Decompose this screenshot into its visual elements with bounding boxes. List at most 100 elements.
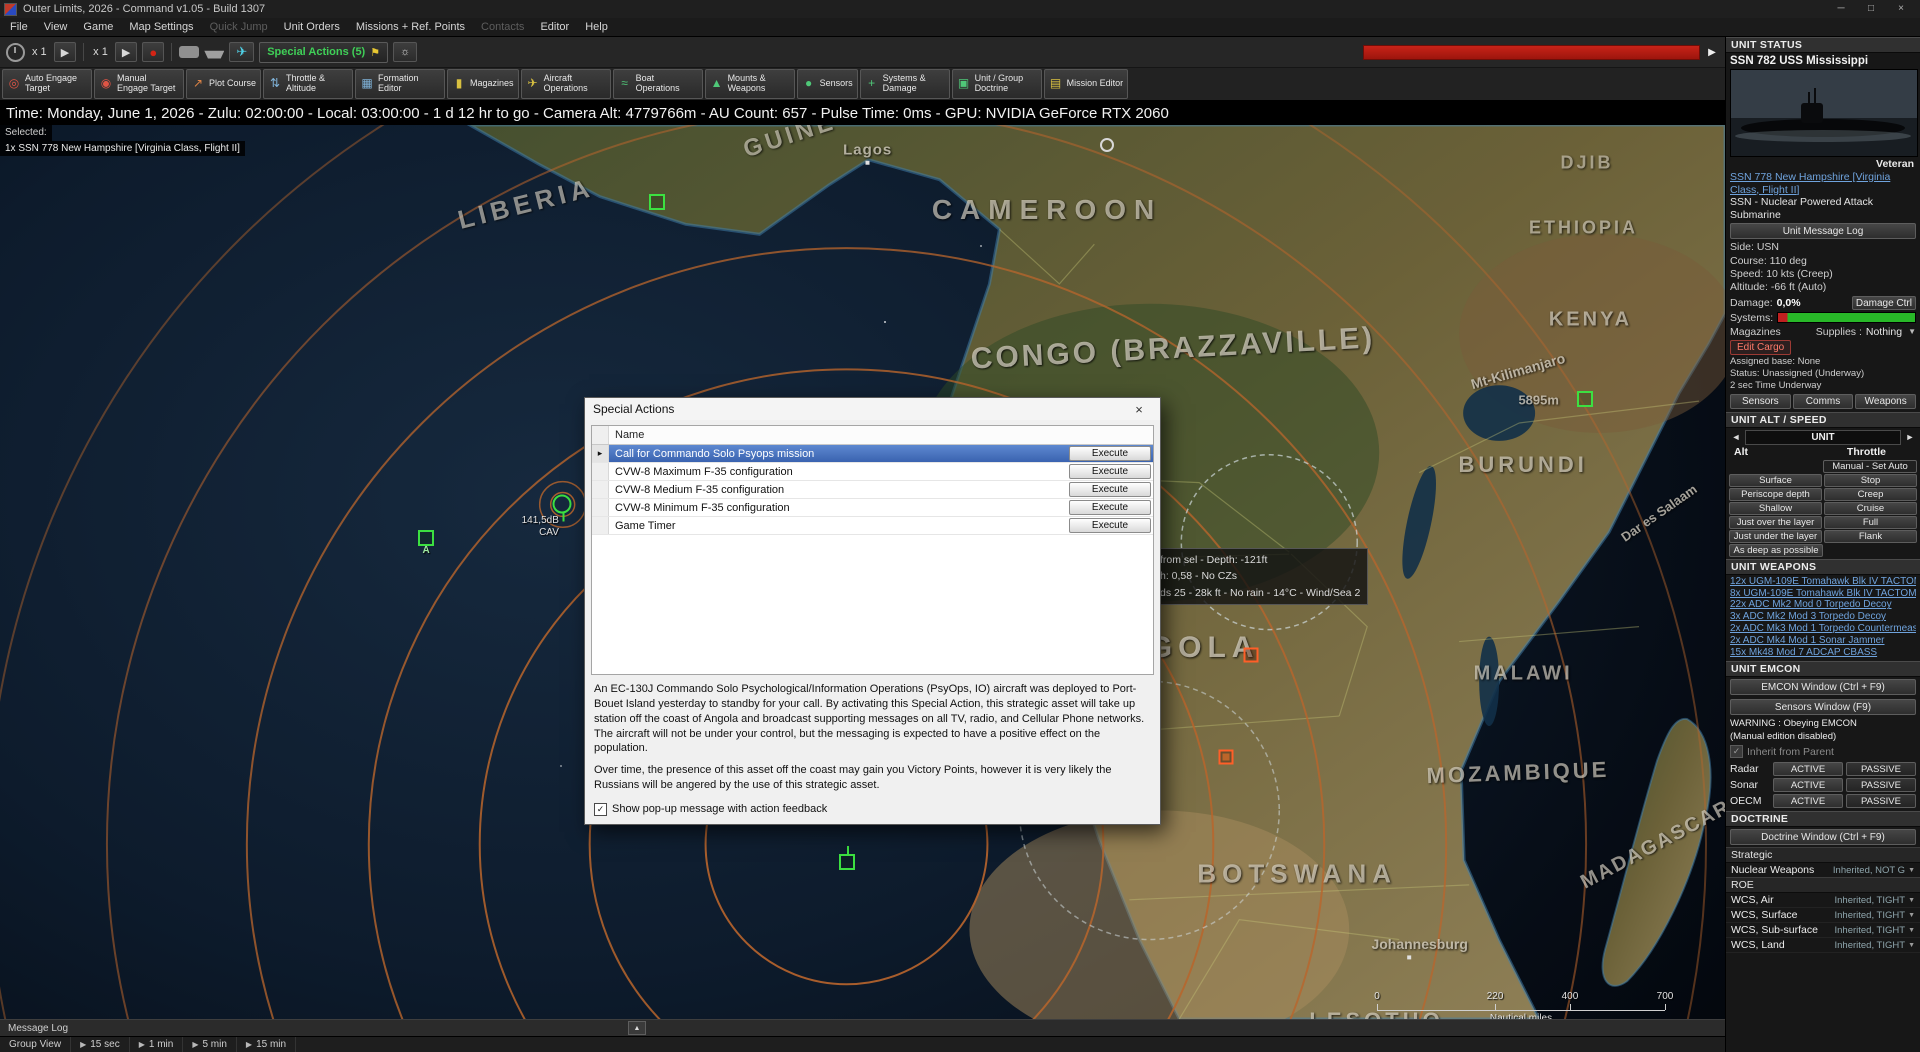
weapon-link-12x-ugm-109e-tomahawk-blk-iv-tactom[interactable]: 12x UGM-109E Tomahawk Blk IV TACTOM xyxy=(1730,576,1916,588)
map[interactable]: GUINELagosLIBERIACAMEROONDJIBETHIOPIAKEN… xyxy=(0,125,1725,1019)
throttle-button-flank[interactable]: Flank xyxy=(1824,530,1917,543)
ribbon-magazines-button[interactable]: ▮Magazines xyxy=(447,69,519,99)
doctrine-row-wcs-air[interactable]: WCS, AirInherited, TIGHT▼ xyxy=(1726,893,1920,908)
special-actions-button[interactable]: Special Actions (5) ⚑ xyxy=(259,42,388,63)
ribbon-auto-engage-target-button[interactable]: ◎Auto Engage Target xyxy=(2,69,92,99)
chevron-down-icon[interactable]: ▼ xyxy=(1908,867,1915,874)
play-compressed-button[interactable]: ▶ xyxy=(115,42,137,62)
dialog-title-bar[interactable]: Special Actions × xyxy=(585,398,1160,420)
ribbon-throttle-altitude-button[interactable]: ⇅Throttle & Altitude xyxy=(263,69,353,99)
edit-cargo-button[interactable]: Edit Cargo xyxy=(1730,340,1791,355)
special-action-row-cvw-8-medium-f-35-configuration[interactable]: CVW-8 Medium F-35 configurationExecute xyxy=(592,481,1153,499)
emcon-window-button[interactable]: EMCON Window (Ctrl + F9) xyxy=(1730,679,1916,695)
execute-button[interactable]: Execute xyxy=(1069,446,1151,461)
execute-button[interactable]: Execute xyxy=(1069,500,1151,515)
damage-control-button[interactable]: Damage Ctrl xyxy=(1852,296,1916,310)
chevron-down-icon[interactable]: ▼ xyxy=(1908,927,1915,934)
weapon-link-8x-ugm-109e-tomahawk-blk-iv-tactom[interactable]: 8x UGM-109E Tomahawk Blk IV TACTOM xyxy=(1730,588,1916,600)
chevron-down-icon[interactable]: ▼ xyxy=(1908,942,1915,949)
weapon-link-22x-adc-mk2-mod-0-torpedo-decoy[interactable]: 22x ADC Mk2 Mod 0 Torpedo Decoy xyxy=(1730,599,1916,611)
throttle-button-full[interactable]: Full xyxy=(1824,516,1917,529)
special-action-row-game-timer[interactable]: Game TimerExecute xyxy=(592,517,1153,535)
time-step-5-min[interactable]: ▶5 min xyxy=(183,1037,237,1052)
clock-icon[interactable] xyxy=(6,43,25,62)
throttle-button-creep[interactable]: Creep xyxy=(1824,488,1917,501)
ribbon-boat-operations-button[interactable]: ≈Boat Operations xyxy=(613,69,703,99)
doctrine-row-wcs-land[interactable]: WCS, LandInherited, TIGHT▼ xyxy=(1726,938,1920,953)
ribbon-plot-course-button[interactable]: ↗Plot Course xyxy=(186,69,261,99)
minimize-button[interactable]: ─ xyxy=(1826,0,1856,18)
special-action-row-cvw-8-maximum-f-35-configuration[interactable]: CVW-8 Maximum F-35 configurationExecute xyxy=(592,463,1153,481)
unit-selector[interactable]: UNIT xyxy=(1745,430,1901,445)
alt-button-periscope-depth[interactable]: Periscope depth xyxy=(1729,488,1822,501)
unit-message-log-button[interactable]: Unit Message Log xyxy=(1730,223,1916,239)
execute-button[interactable]: Execute xyxy=(1069,482,1151,497)
special-action-row-cvw-8-minimum-f-35-configuration[interactable]: CVW-8 Minimum F-35 configurationExecute xyxy=(592,499,1153,517)
menu-item-contacts[interactable]: Contacts xyxy=(473,18,532,36)
record-button[interactable]: ● xyxy=(142,42,164,62)
menu-item-quick-jump[interactable]: Quick Jump xyxy=(202,18,276,36)
previous-unit-arrow[interactable]: ◄ xyxy=(1730,432,1742,442)
doctrine-window-button[interactable]: Doctrine Window (Ctrl + F9) xyxy=(1730,829,1916,845)
ribbon-mission-editor-button[interactable]: ▤Mission Editor xyxy=(1044,69,1129,99)
weapon-link-3x-adc-mk2-mod-3-torpedo-decoy[interactable]: 3x ADC Mk2 Mod 3 Torpedo Decoy xyxy=(1730,611,1916,623)
menu-item-missions-ref-points[interactable]: Missions + Ref. Points xyxy=(348,18,473,36)
close-button[interactable]: × xyxy=(1886,0,1916,18)
special-action-row-call-for-commando-solo-psyops-mission[interactable]: ▸Call for Commando Solo Psyops missionEx… xyxy=(592,445,1153,463)
group-view-button[interactable]: Group View xyxy=(0,1037,71,1052)
menu-item-unit-orders[interactable]: Unit Orders xyxy=(276,18,348,36)
chevron-down-icon[interactable]: ▼ xyxy=(1908,327,1916,336)
unit-class-link[interactable]: SSN 778 New Hampshire [Virginia Class, F… xyxy=(1726,171,1920,196)
chevron-down-icon[interactable]: ▼ xyxy=(1908,912,1915,919)
ribbon-formation-editor-button[interactable]: ▦Formation Editor xyxy=(355,69,445,99)
menu-item-file[interactable]: File xyxy=(2,18,36,36)
sensors-window-button[interactable]: Sensors Window (F9) xyxy=(1730,699,1916,715)
emcon-oecm-active-button[interactable]: ACTIVE xyxy=(1773,794,1843,808)
nuclear-weapons-row[interactable]: Nuclear Weapons Inherited, NOT G ▼ xyxy=(1726,863,1920,877)
alt-button-surface[interactable]: Surface xyxy=(1729,474,1822,487)
boat-icon[interactable] xyxy=(204,46,224,59)
throttle-button-stop[interactable]: Stop xyxy=(1824,474,1917,487)
weapon-link-15x-mk48-mod-7-adcap-cbass[interactable]: 15x Mk48 Mod 7 ADCAP CBASS xyxy=(1730,647,1916,659)
menu-item-game[interactable]: Game xyxy=(75,18,121,36)
time-step-15-sec[interactable]: ▶15 sec xyxy=(71,1037,130,1052)
aircraft-button[interactable]: ✈ xyxy=(229,42,254,62)
alt-button-as-deep-as-possible[interactable]: As deep as possible xyxy=(1729,544,1823,557)
settings-button[interactable]: ☼ xyxy=(393,42,417,62)
throttle-button-manual-set-auto[interactable]: Manual - Set Auto xyxy=(1823,460,1917,473)
inherit-checkbox[interactable]: ✓ xyxy=(1730,745,1743,758)
feedback-checkbox[interactable]: ✓ xyxy=(594,803,607,816)
supplies-value[interactable]: Nothing xyxy=(1866,326,1902,338)
emcon-radar-passive-button[interactable]: PASSIVE xyxy=(1846,762,1916,776)
ground-vehicle-icon[interactable] xyxy=(179,46,199,58)
sidebar-collapse-arrow[interactable]: ▶ xyxy=(1705,47,1719,58)
ribbon-sensors-button[interactable]: ●Sensors xyxy=(797,69,858,99)
ribbon-systems-damage-button[interactable]: +Systems & Damage xyxy=(860,69,950,99)
menu-item-editor[interactable]: Editor xyxy=(532,18,577,36)
next-unit-arrow[interactable]: ► xyxy=(1904,432,1916,442)
ribbon-manual-engage-target-button[interactable]: ◉Manual Engage Target xyxy=(94,69,184,99)
menu-item-help[interactable]: Help xyxy=(577,18,616,36)
ribbon-aircraft-operations-button[interactable]: ✈Aircraft Operations xyxy=(521,69,611,99)
alt-button-just-under-the-layer[interactable]: Just under the layer xyxy=(1729,530,1822,543)
message-log-expand-button[interactable]: ▲ xyxy=(628,1021,646,1035)
execute-button[interactable]: Execute xyxy=(1069,464,1151,479)
emcon-oecm-passive-button[interactable]: PASSIVE xyxy=(1846,794,1916,808)
weapon-link-2x-adc-mk3-mod-1-torpedo-countermeasu[interactable]: 2x ADC Mk3 Mod 1 Torpedo Countermeasu xyxy=(1730,623,1916,635)
execute-button[interactable]: Execute xyxy=(1069,518,1151,533)
unit-tab-sensors[interactable]: Sensors xyxy=(1730,394,1791,409)
emcon-sonar-passive-button[interactable]: PASSIVE xyxy=(1846,778,1916,792)
doctrine-row-wcs-sub-surface[interactable]: WCS, Sub-surfaceInherited, TIGHT▼ xyxy=(1726,923,1920,938)
dialog-close-button[interactable]: × xyxy=(1118,398,1160,420)
unit-tab-weapons[interactable]: Weapons xyxy=(1855,394,1916,409)
unit-tab-comms[interactable]: Comms xyxy=(1793,394,1854,409)
weapon-link-2x-adc-mk4-mod-1-sonar-jammer[interactable]: 2x ADC Mk4 Mod 1 Sonar Jammer xyxy=(1730,635,1916,647)
time-step-1-min[interactable]: ▶1 min xyxy=(130,1037,184,1052)
alt-button-shallow[interactable]: Shallow xyxy=(1729,502,1822,515)
doctrine-row-wcs-surface[interactable]: WCS, SurfaceInherited, TIGHT▼ xyxy=(1726,908,1920,923)
menu-item-map-settings[interactable]: Map Settings xyxy=(121,18,201,36)
chevron-down-icon[interactable]: ▼ xyxy=(1908,897,1915,904)
ribbon-unit-group-doctrine-button[interactable]: ▣Unit / Group Doctrine xyxy=(952,69,1042,99)
throttle-button-cruise[interactable]: Cruise xyxy=(1824,502,1917,515)
emcon-sonar-active-button[interactable]: ACTIVE xyxy=(1773,778,1843,792)
